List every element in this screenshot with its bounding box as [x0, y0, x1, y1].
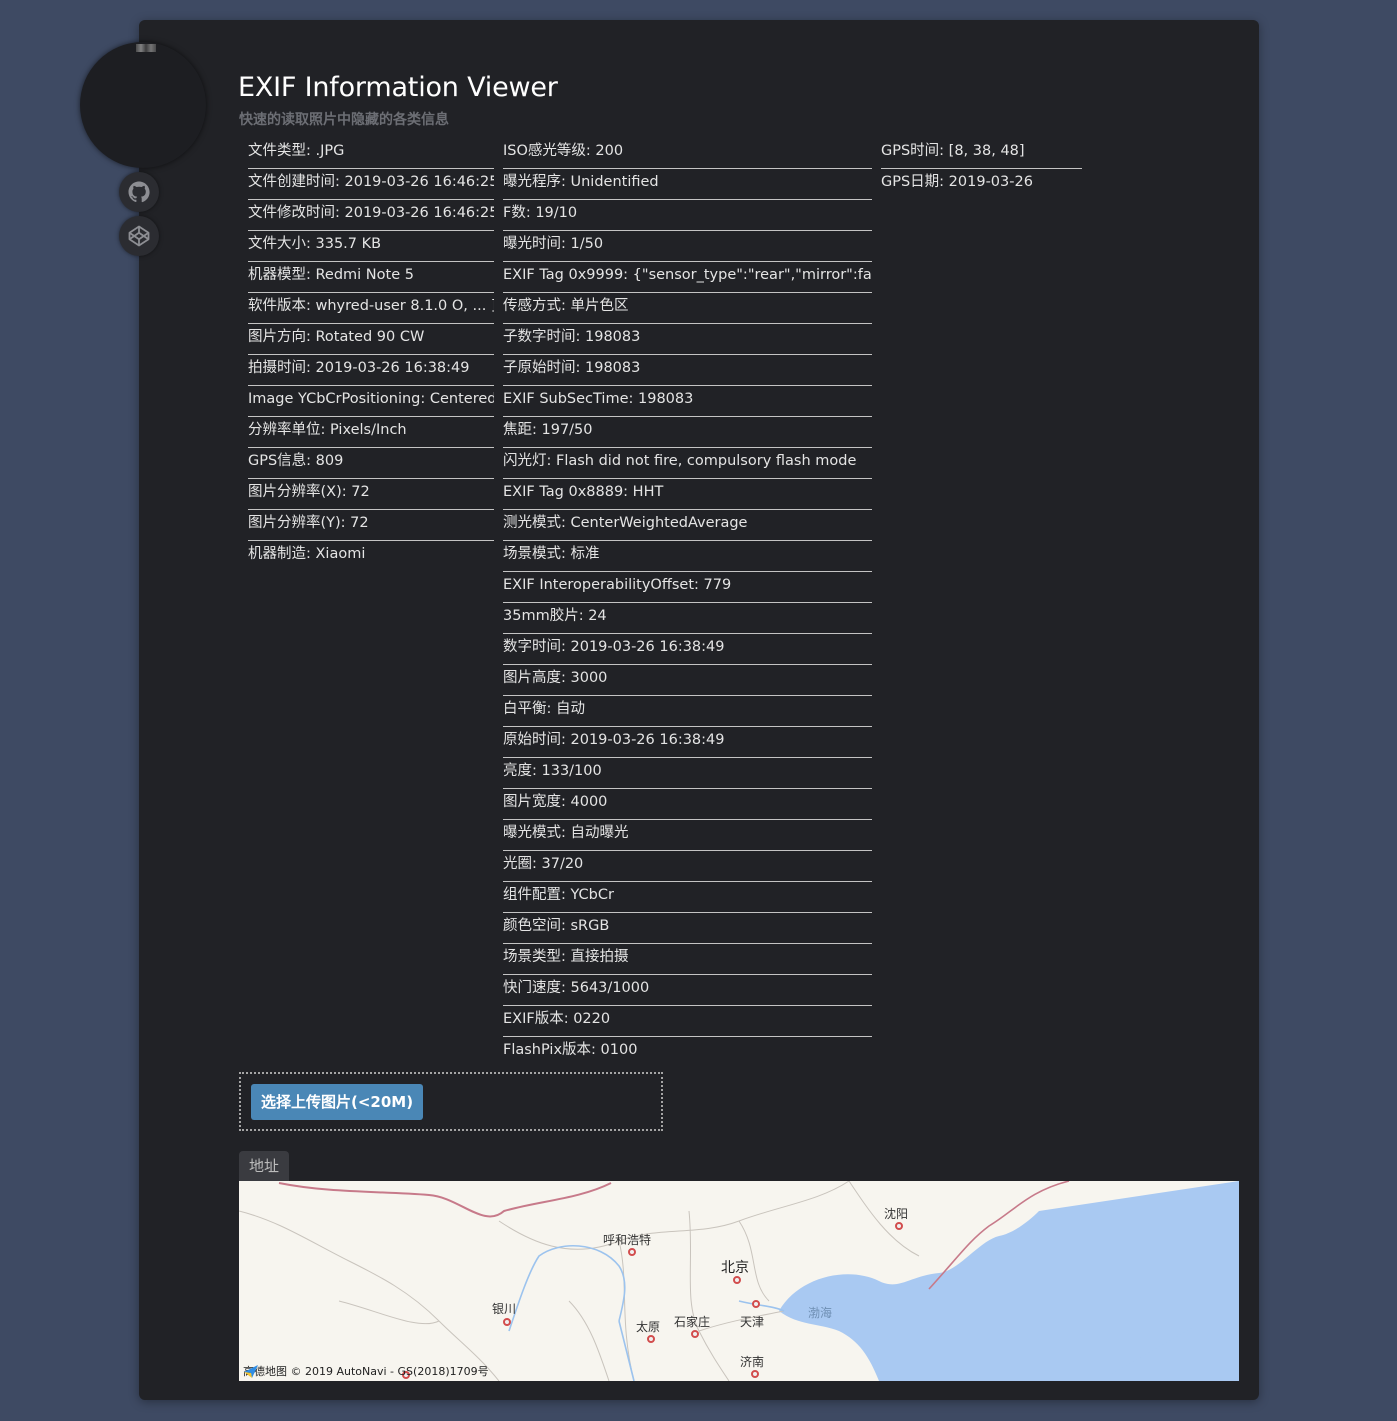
map-city-label: 沈阳	[884, 1207, 909, 1221]
map-city-label: 北京	[721, 1260, 749, 1276]
exif-row: 机器模型: Redmi Note 5	[248, 262, 494, 293]
codepen-icon	[128, 225, 150, 247]
map-credit-text: 高德地图 © 2019 AutoNavi - GS(2018)1709号	[243, 1365, 489, 1378]
exif-row: 测光模式: CenterWeightedAverage	[503, 510, 872, 541]
location-map[interactable]: 沈阳 呼和浩特 北京 银川 天津 渤海 太原 石家庄 济南 高德地图 © 201…	[239, 1181, 1239, 1381]
exif-column-3: GPS时间: [8, 38, 48] GPS日期: 2019-03-26	[881, 138, 1082, 200]
exif-row: 组件配置: YCbCr	[503, 882, 872, 913]
exif-row: ISO感光等级: 200	[503, 138, 872, 169]
exif-row: 光圈: 37/20	[503, 851, 872, 882]
exif-row: 分辨率单位: Pixels/Inch	[248, 417, 494, 448]
codepen-link[interactable]	[119, 216, 159, 256]
page-subtitle: 快速的读取照片中隐藏的各类信息	[239, 112, 449, 128]
exif-row: 原始时间: 2019-03-26 16:38:49	[503, 727, 872, 758]
exif-row: 场景类型: 直接拍摄	[503, 944, 872, 975]
exif-row: Image YCbCrPositioning: Centered	[248, 386, 494, 417]
exif-row: 白平衡: 自动	[503, 696, 872, 727]
exif-row: 焦距: 197/50	[503, 417, 872, 448]
avatar[interactable]	[80, 42, 206, 168]
exif-row: 图片方向: Rotated 90 CW	[248, 324, 494, 355]
exif-row: 文件类型: .JPG	[248, 138, 494, 169]
exif-row: 文件大小: 335.7 KB	[248, 231, 494, 262]
map-city-label: 天津	[740, 1315, 765, 1329]
tab-address[interactable]: 地址	[239, 1151, 290, 1181]
exif-row: 曝光时间: 1/50	[503, 231, 872, 262]
exif-row: EXIF Tag 0x8889: HHT	[503, 479, 872, 510]
exif-row: 图片宽度: 4000	[503, 789, 872, 820]
exif-row: 35mm胶片: 24	[503, 603, 872, 634]
exif-row: FlashPix版本: 0100	[503, 1042, 638, 1058]
exif-row: 亮度: 133/100	[503, 758, 872, 789]
exif-row: EXIF SubSecTime: 198083	[503, 386, 872, 417]
page-title: EXIF Information Viewer	[238, 72, 558, 103]
amap-logo-icon	[244, 1365, 258, 1378]
upload-dropzone[interactable]: 选择上传图片(<20M)	[239, 1072, 663, 1131]
map-attribution: 高德地图 © 2019 AutoNavi - GS(2018)1709号	[243, 1363, 489, 1379]
exif-row: 曝光程序: Unidentified	[503, 169, 872, 200]
exif-row: 颜色空间: sRGB	[503, 913, 872, 944]
exif-row: F数: 19/10	[503, 200, 872, 231]
map-background	[239, 1181, 1239, 1381]
exif-row: EXIF InteroperabilityOffset: 779	[503, 572, 872, 603]
map-city-label: 济南	[740, 1355, 765, 1369]
exif-row: GPS时间: [8, 38, 48]	[881, 138, 1082, 169]
exif-row: 图片高度: 3000	[503, 665, 872, 696]
upload-image-button[interactable]: 选择上传图片(<20M)	[251, 1084, 424, 1120]
exif-row: 机器制造: Xiaomi	[248, 546, 366, 562]
github-link[interactable]	[119, 172, 159, 212]
map-city-label: 石家庄	[674, 1315, 711, 1329]
exif-column-2: ISO感光等级: 200 曝光程序: Unidentified F数: 19/1…	[503, 138, 872, 1068]
exif-row: 软件版本: whyred-user 8.1.0 O, ... ]	[248, 293, 494, 324]
exif-row: 子原始时间: 198083	[503, 355, 872, 386]
map-sea-label: 渤海	[808, 1306, 833, 1320]
exif-row: 传感方式: 单片色区	[503, 293, 872, 324]
map-city-label: 银川	[492, 1302, 517, 1316]
exif-row: 曝光模式: 自动曝光	[503, 820, 872, 851]
exif-row: 拍摄时间: 2019-03-26 16:38:49	[248, 355, 494, 386]
exif-row: 图片分辨率(X): 72	[248, 479, 494, 510]
exif-row: 闪光灯: Flash did not fire, compulsory flas…	[503, 448, 872, 479]
map-city-label: 太原	[636, 1320, 661, 1334]
exif-row: 图片分辨率(Y): 72	[248, 510, 494, 541]
exif-row: 场景模式: 标准	[503, 541, 872, 572]
exif-row: GPS信息: 809	[248, 448, 494, 479]
exif-row: 子数字时间: 198083	[503, 324, 872, 355]
exif-row: 文件创建时间: 2019-03-26 16:46:25	[248, 169, 494, 200]
exif-row: EXIF版本: 0220	[503, 1006, 872, 1037]
exif-row: 文件修改时间: 2019-03-26 16:46:25	[248, 200, 494, 231]
github-icon	[128, 181, 150, 203]
exif-row: 数字时间: 2019-03-26 16:38:49	[503, 634, 872, 665]
exif-column-1: 文件类型: .JPG 文件创建时间: 2019-03-26 16:46:25 文…	[248, 138, 494, 572]
exif-row: EXIF Tag 0x9999: {"sensor_type":"rear","…	[503, 262, 872, 293]
exif-row: 快门速度: 5643/1000	[503, 975, 872, 1006]
map-city-label: 呼和浩特	[603, 1233, 652, 1247]
exif-row: GPS日期: 2019-03-26	[881, 174, 1033, 190]
